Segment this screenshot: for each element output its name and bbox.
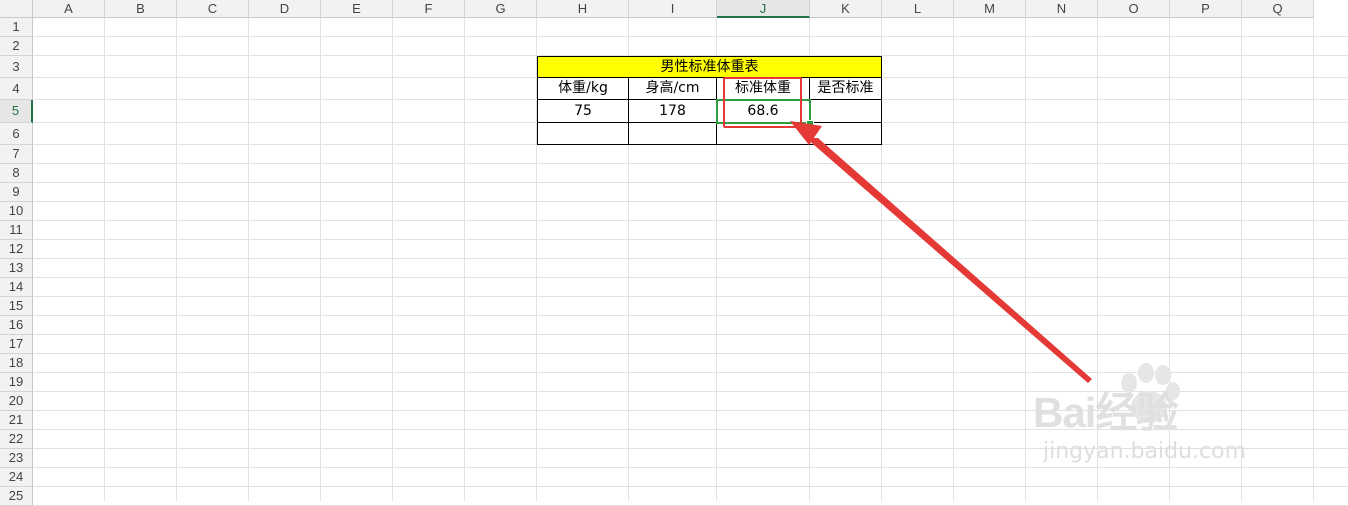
watermark-url: jingyan.baidu.com — [1043, 439, 1247, 464]
watermark: Bai经验 jingyan.baidu.com — [1033, 361, 1333, 471]
spreadsheet-grid: ABCDEFGHIJKLMNOPQ 1 2 3 4 5 6 7 8 9 10 11 12 13 14 15 1… — [0, 0, 1348, 506]
watermark-brand: Bai经验 — [1033, 389, 1178, 436]
